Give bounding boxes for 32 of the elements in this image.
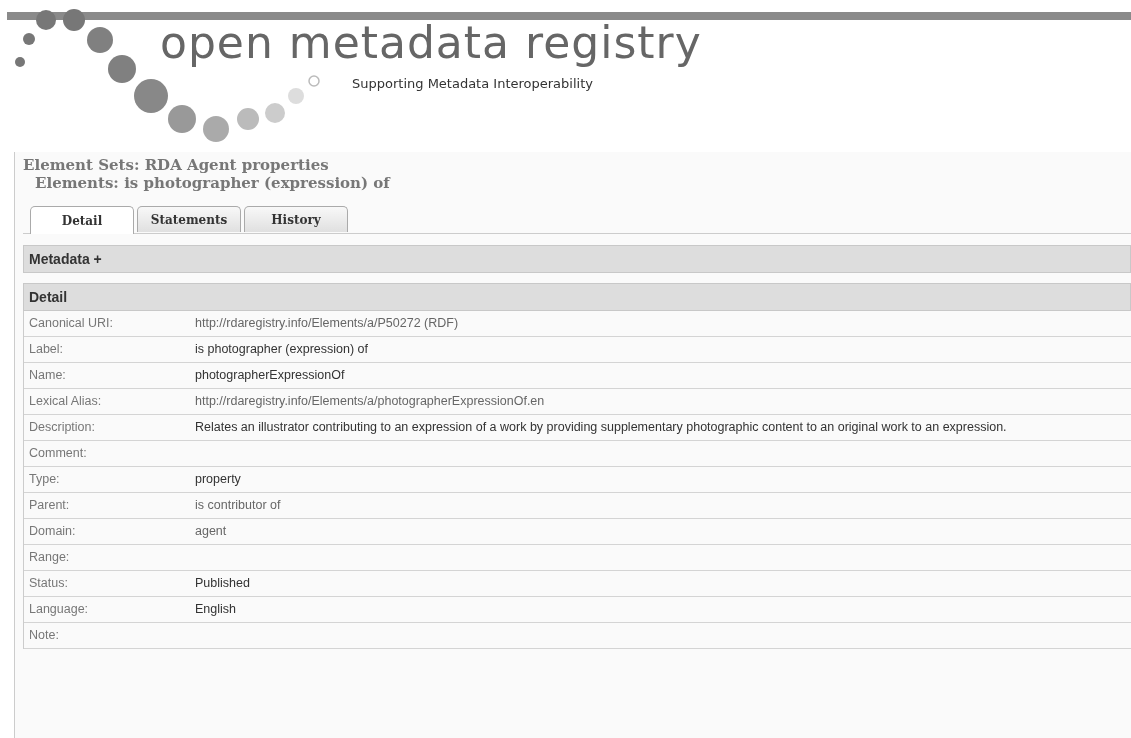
site-title: open metadata registry xyxy=(159,18,703,68)
field-label: Domain: xyxy=(28,523,77,540)
field-value: http://rdaregistry.info/Elements/a/photographerExpressionOf.en xyxy=(194,393,546,410)
field-label: Name: xyxy=(28,367,67,384)
field-label: Type: xyxy=(28,471,61,488)
field-value: http://rdaregistry.info/Elements/a/P50272 (RDF) xyxy=(194,315,460,332)
field-value: English xyxy=(194,601,237,618)
field-label: Description: xyxy=(28,419,96,436)
field-label: Range: xyxy=(28,549,71,566)
tab[interactable]: Detail xyxy=(30,206,134,234)
field-label: Comment: xyxy=(28,445,88,462)
field-value: property xyxy=(194,471,242,488)
field-value: is photographer (expression) of xyxy=(194,341,369,358)
element-set-heading: Element Sets: RDA Agent properties xyxy=(23,156,330,174)
field-value: agent xyxy=(194,523,228,540)
field-label: Label: xyxy=(28,341,65,358)
field-value: photographerExpressionOf xyxy=(194,367,346,384)
field-value: Published xyxy=(194,575,251,592)
field-label: Canonical URI: xyxy=(28,315,115,332)
field-label: Lexical Alias: xyxy=(28,393,103,410)
field-label: Status: xyxy=(28,575,69,592)
field-value: is contributor of xyxy=(194,497,282,514)
tab[interactable]: Statements xyxy=(137,206,241,232)
section-header: Metadata + xyxy=(23,245,1131,273)
field-label: Language: xyxy=(28,601,90,618)
element-heading: Elements: is photographer (expression) of xyxy=(34,174,392,192)
field-label: Note: xyxy=(28,627,60,644)
section-header: Detail xyxy=(23,283,1131,311)
site-tagline: Supporting Metadata Interoperability xyxy=(351,76,594,91)
field-value: Relates an illustrator contributing to an expression of a work by providing supplementary photographic content to an original work to an expression. xyxy=(194,419,1008,436)
tab[interactable]: History xyxy=(244,206,348,232)
field-label: Parent: xyxy=(28,497,71,514)
